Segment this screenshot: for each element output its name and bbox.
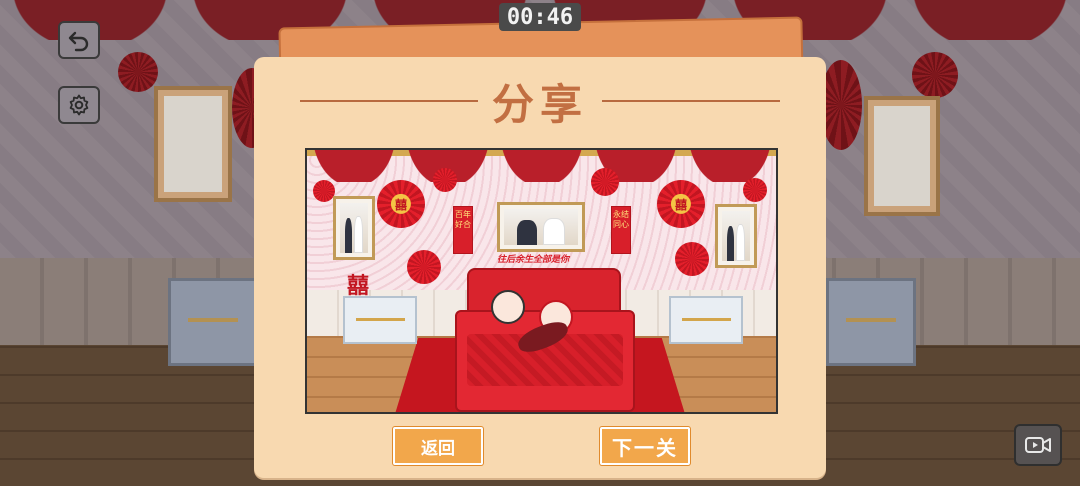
preview-nightstand-right [669,296,743,344]
record-button[interactable] [1014,424,1062,466]
preview-paper-fan [407,250,441,284]
undo-button[interactable] [58,21,100,59]
bg-paper-fan [912,52,958,98]
preview-banner-text: 往后余生全部是你 [497,255,570,265]
next-level-button[interactable]: 下一关 [600,427,690,465]
preview-paper-fan [433,168,457,192]
dialog-header: 分享 [254,73,826,129]
preview-groom-doll [491,290,525,324]
preview-wedding-photo [497,202,585,252]
preview-couplet-right: 永结同心 [611,206,631,254]
preview-nightstand-left [343,296,417,344]
preview-paper-fan [591,168,619,196]
undo-arrow-icon [68,31,89,52]
video-record-icon [1025,437,1051,453]
dialog-title: 分享 [491,79,588,129]
gear-icon [69,94,89,116]
preview-couplet-left: 百年好合 [453,206,473,254]
back-button[interactable]: 返回 [393,427,483,465]
bg-wedding-photo-right [864,96,940,216]
preview-paper-fan [743,178,767,202]
bg-nightstand-left [168,278,258,366]
level-timer: 00:46 [499,3,581,31]
settings-button[interactable] [58,86,100,124]
preview-paper-fan [675,242,709,276]
room-preview-image: 囍 囍 百年好合 永结同心 往后余生全部是你 囍 [305,148,778,414]
bg-paper-fan [118,52,158,92]
preview-curtain [307,150,776,182]
title-divider-right [602,100,780,102]
preview-wedding-photo [333,196,375,260]
bg-wedding-photo-left [154,86,232,202]
preview-paper-fan: 囍 [657,180,705,228]
preview-paper-fan [313,180,335,202]
bg-nightstand-right [826,278,916,366]
title-divider-left [299,100,478,102]
preview-paper-fan: 囍 [377,180,425,228]
preview-wedding-photo [715,204,757,268]
bg-paper-fan [820,60,862,150]
